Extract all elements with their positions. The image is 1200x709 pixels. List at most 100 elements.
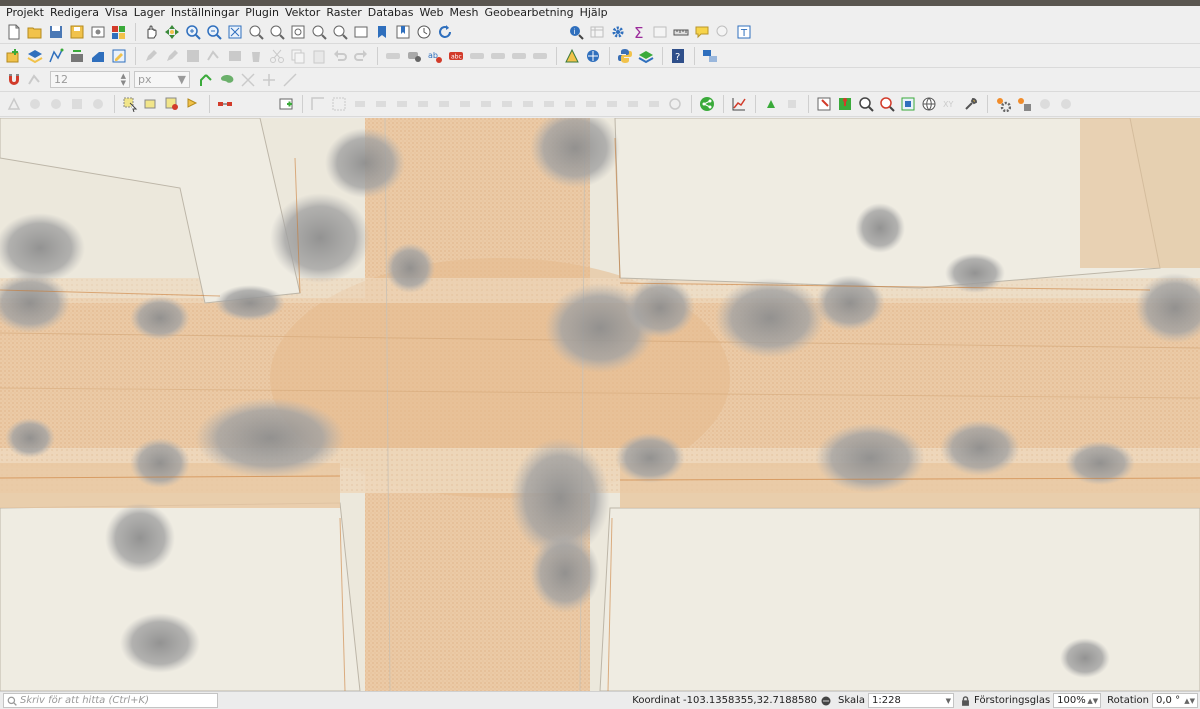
redo-icon[interactable] — [351, 46, 370, 65]
save-as-icon[interactable] — [67, 22, 86, 41]
vertex-editor-icon[interactable] — [204, 46, 223, 65]
label-icon[interactable] — [383, 46, 402, 65]
show-bookmarks-icon[interactable] — [393, 22, 412, 41]
menu-visa[interactable]: Visa — [102, 6, 131, 20]
pan-to-selection-icon[interactable] — [162, 22, 181, 41]
open-field-calc-icon[interactable] — [215, 95, 234, 114]
current-edits-icon[interactable] — [109, 46, 128, 65]
processing-icon[interactable] — [700, 46, 719, 65]
label-change-icon[interactable] — [509, 46, 528, 65]
snapping-tolerance-stepper[interactable]: 12 ▲ ▼ — [50, 71, 130, 88]
move-feature-icon[interactable] — [560, 95, 579, 114]
delete-ring-icon[interactable] — [518, 95, 537, 114]
scale-combobox[interactable]: 1:228 ▼ — [868, 693, 955, 708]
attribute-table-icon[interactable] — [587, 22, 606, 41]
text-annotation-icon[interactable]: T — [734, 22, 753, 41]
pan-icon[interactable] — [141, 22, 160, 41]
simplify-icon[interactable] — [455, 95, 474, 114]
share-icon[interactable] — [697, 95, 716, 114]
map-tips-icon[interactable] — [692, 22, 711, 41]
measure-angle-icon[interactable] — [1056, 95, 1075, 114]
self-snap-icon[interactable] — [259, 70, 278, 89]
magnifier-stepper[interactable]: 100% ▲▼ — [1053, 693, 1102, 708]
python-icon[interactable] — [615, 46, 634, 65]
zoom-next-icon[interactable] — [330, 22, 349, 41]
virtual-layer-icon[interactable] — [67, 46, 86, 65]
zoom-rect-icon[interactable] — [877, 95, 896, 114]
delete-part-icon[interactable] — [497, 95, 516, 114]
world-icon[interactable] — [919, 95, 938, 114]
menu-plugin[interactable]: Plugin — [242, 6, 282, 20]
advanced-digitizing-icon[interactable] — [329, 95, 348, 114]
measure-area-icon[interactable] — [1035, 95, 1054, 114]
menu-redigera[interactable]: Redigera — [47, 6, 102, 20]
label-pin-icon[interactable] — [404, 46, 423, 65]
spanner-plus-icon[interactable] — [1014, 95, 1033, 114]
offset-curve-icon[interactable] — [434, 95, 453, 114]
menu-vektor[interactable]: Vektor — [282, 6, 323, 20]
add-pin-icon[interactable] — [814, 95, 833, 114]
split-icon[interactable] — [371, 95, 390, 114]
reverse-line-icon[interactable] — [644, 95, 663, 114]
statistics-sum-icon[interactable]: Σ — [629, 22, 648, 41]
add-feature-2-icon[interactable] — [276, 95, 295, 114]
zoom-in-icon[interactable] — [183, 22, 202, 41]
label-highlight-icon[interactable]: ab — [425, 46, 444, 65]
select-feature-icon[interactable] — [120, 95, 139, 114]
temporal-controller-icon[interactable] — [414, 22, 433, 41]
add-point-icon[interactable] — [4, 95, 23, 114]
reshape-icon[interactable] — [350, 95, 369, 114]
zoom-out-icon[interactable] — [204, 22, 223, 41]
coordinate-value[interactable]: -103.1358355,32.7188580 — [683, 695, 817, 706]
lock-icon[interactable] — [960, 695, 971, 707]
rotate-icon[interactable] — [413, 95, 432, 114]
print-layout-icon[interactable] — [88, 22, 107, 41]
cut-icon[interactable] — [267, 46, 286, 65]
menu-geobearbetning[interactable]: Geobearbetning — [481, 6, 576, 20]
select-by-value-icon[interactable] — [141, 95, 160, 114]
menu-mesh[interactable]: Mesh — [447, 6, 482, 20]
gear-tool-icon[interactable] — [993, 95, 1012, 114]
menu-databas[interactable]: Databas — [365, 6, 417, 20]
menu-lager[interactable]: Lager — [131, 6, 168, 20]
locator-input[interactable] — [20, 695, 210, 706]
snapping-unit-select[interactable]: px ▼ — [134, 71, 190, 88]
menu-hjalp[interactable]: Hjälp — [577, 6, 611, 20]
new-map-view-icon[interactable] — [351, 22, 370, 41]
menu-installningar[interactable]: Inställningar — [168, 6, 242, 20]
zoom-native-icon[interactable] — [288, 22, 307, 41]
annotation-pin-icon[interactable] — [835, 95, 854, 114]
add-ring-icon[interactable] — [67, 95, 86, 114]
scale-feature-icon[interactable] — [602, 95, 621, 114]
vertex-tool-icon[interactable] — [713, 22, 732, 41]
identify-icon[interactable]: i — [566, 22, 585, 41]
zoom-layer-icon[interactable] — [898, 95, 917, 114]
add-polygon-icon[interactable] — [46, 95, 65, 114]
data-source-manager-icon[interactable] — [4, 46, 23, 65]
menu-raster[interactable]: Raster — [323, 6, 364, 20]
measure-line-icon[interactable] — [183, 95, 202, 114]
copy-icon[interactable] — [288, 46, 307, 65]
paste-icon[interactable] — [309, 46, 328, 65]
fill-ring-icon[interactable] — [476, 95, 495, 114]
save-edits-icon[interactable] — [162, 46, 181, 65]
add-feature-icon[interactable] — [183, 46, 202, 65]
snapping-magnet-icon[interactable] — [4, 70, 23, 89]
zoom-last-icon[interactable] — [309, 22, 328, 41]
zoom-to-selection-icon[interactable] — [246, 22, 265, 41]
zoom-full-icon[interactable] — [225, 22, 244, 41]
label-move-icon[interactable] — [467, 46, 486, 65]
split-parts-icon[interactable] — [539, 95, 558, 114]
merge-icon[interactable] — [392, 95, 411, 114]
save-project-icon[interactable] — [46, 22, 65, 41]
plugin-manager-icon[interactable] — [636, 46, 655, 65]
georeferencer-icon[interactable] — [583, 46, 602, 65]
map-canvas[interactable] — [0, 118, 1200, 691]
snap-intersection-icon[interactable] — [238, 70, 257, 89]
topology-icon[interactable] — [217, 70, 236, 89]
temp-layer-icon[interactable] — [88, 46, 107, 65]
delete-icon[interactable] — [246, 46, 265, 65]
label-tool-2-icon[interactable] — [782, 95, 801, 114]
undo-icon[interactable] — [330, 46, 349, 65]
style-manager-icon[interactable] — [109, 22, 128, 41]
